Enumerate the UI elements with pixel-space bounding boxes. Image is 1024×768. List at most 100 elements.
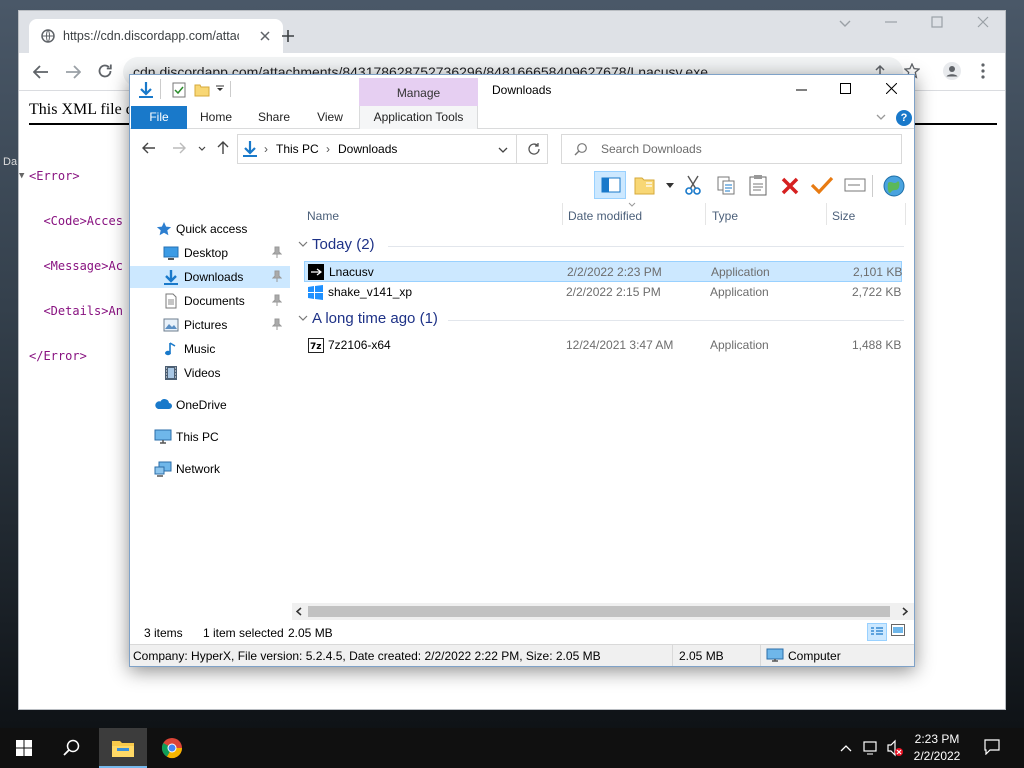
nav-documents[interactable]: Documents bbox=[130, 290, 290, 312]
nav-this-pc[interactable]: This PC bbox=[130, 426, 290, 448]
close-icon[interactable] bbox=[977, 16, 989, 28]
column-separator[interactable] bbox=[905, 203, 906, 225]
minimize-icon[interactable] bbox=[885, 21, 897, 23]
pin-icon bbox=[272, 294, 282, 306]
column-type[interactable]: Type bbox=[712, 209, 738, 223]
properties-icon[interactable] bbox=[172, 82, 186, 98]
address-bar[interactable]: › This PC › Downloads bbox=[237, 134, 548, 164]
maximize-icon[interactable] bbox=[840, 83, 851, 94]
cut-icon[interactable] bbox=[684, 175, 702, 195]
tab-close-icon[interactable] bbox=[259, 30, 271, 42]
volume-muted-icon[interactable] bbox=[886, 739, 904, 757]
tab-file[interactable]: File bbox=[131, 106, 187, 129]
clock-time[interactable]: 2:23 PM bbox=[906, 732, 968, 746]
download-arrow-icon[interactable] bbox=[138, 81, 154, 99]
profile-avatar[interactable] bbox=[943, 62, 961, 80]
separator bbox=[872, 175, 873, 197]
group-header-today[interactable]: Today (2) bbox=[298, 235, 906, 257]
breadcrumb-downloads[interactable]: Downloads bbox=[338, 142, 397, 156]
separator bbox=[160, 79, 161, 99]
expand-ribbon-icon[interactable] bbox=[876, 114, 886, 121]
nav-onedrive[interactable]: OneDrive bbox=[130, 394, 290, 416]
file-row[interactable]: Lnacusv 2/2/2022 2:23 PM Application 2,1… bbox=[304, 261, 902, 282]
refresh-icon[interactable] bbox=[527, 142, 541, 156]
maximize-icon[interactable] bbox=[931, 16, 943, 28]
column-name[interactable]: Name bbox=[307, 209, 339, 223]
back-icon[interactable] bbox=[33, 64, 49, 80]
new-item-dropdown-icon[interactable] bbox=[666, 183, 674, 188]
scrollbar-thumb[interactable] bbox=[308, 606, 890, 617]
browser-tab[interactable]: https://cdn.discordapp.com/attac bbox=[29, 19, 283, 53]
large-icons-view-icon[interactable] bbox=[891, 624, 905, 636]
star-icon bbox=[156, 221, 172, 237]
breadcrumb-this-pc[interactable]: This PC bbox=[276, 142, 319, 156]
windows-start-icon[interactable] bbox=[16, 740, 32, 756]
notification-icon[interactable] bbox=[984, 739, 1000, 755]
address-dropdown-icon[interactable] bbox=[498, 147, 508, 153]
column-date-modified[interactable]: Date modified bbox=[568, 209, 642, 223]
svg-text:7z: 7z bbox=[310, 342, 322, 352]
collapse-arrow-icon[interactable]: ▼ bbox=[19, 169, 24, 184]
file-row[interactable]: 7z 7z2106-x64 12/24/2021 3:47 AM Applica… bbox=[304, 335, 902, 356]
copy-icon[interactable] bbox=[716, 175, 736, 195]
nav-label: This PC bbox=[176, 430, 219, 444]
forward-icon[interactable] bbox=[172, 142, 186, 154]
reload-icon[interactable] bbox=[97, 63, 113, 79]
more-menu-icon[interactable] bbox=[981, 63, 985, 79]
horizontal-scrollbar[interactable] bbox=[292, 603, 914, 620]
search-input[interactable]: Search Downloads bbox=[561, 134, 902, 164]
search-placeholder: Search Downloads bbox=[601, 142, 702, 156]
taskbar-chrome[interactable] bbox=[149, 728, 197, 768]
chevron-up-icon[interactable] bbox=[840, 744, 852, 752]
scroll-right-icon[interactable] bbox=[902, 607, 908, 616]
preview-pane-button[interactable] bbox=[594, 171, 626, 199]
pin-icon bbox=[272, 318, 282, 330]
checkmark-icon[interactable] bbox=[810, 175, 834, 195]
column-size[interactable]: Size bbox=[832, 209, 855, 223]
tab-search-icon[interactable] bbox=[839, 20, 851, 28]
nav-music[interactable]: Music bbox=[130, 338, 290, 360]
folder-icon bbox=[111, 738, 135, 758]
nav-desktop[interactable]: Desktop bbox=[130, 242, 290, 264]
back-icon[interactable] bbox=[142, 142, 156, 154]
tab-view[interactable]: View bbox=[308, 106, 352, 129]
clock-date[interactable]: 2/2/2022 bbox=[906, 749, 968, 763]
computer-icon bbox=[154, 429, 172, 445]
tab-home[interactable]: Home bbox=[194, 106, 238, 129]
up-icon[interactable] bbox=[217, 141, 229, 155]
nav-downloads[interactable]: Downloads bbox=[130, 266, 290, 288]
new-tab-icon[interactable] bbox=[281, 29, 295, 43]
delete-icon[interactable] bbox=[780, 176, 800, 196]
column-separator[interactable] bbox=[826, 203, 827, 225]
file-type: Application bbox=[710, 285, 769, 299]
nav-quick-access[interactable]: Quick access bbox=[130, 218, 290, 240]
close-icon[interactable] bbox=[886, 83, 897, 94]
group-label: Today (2) bbox=[312, 236, 375, 253]
tab-share[interactable]: Share bbox=[252, 106, 296, 129]
search-icon[interactable] bbox=[63, 739, 81, 757]
file-size: 2,722 KB bbox=[852, 285, 902, 299]
paste-icon[interactable] bbox=[748, 174, 768, 196]
nav-pictures[interactable]: Pictures bbox=[130, 314, 290, 336]
file-row[interactable]: shake_v141_xp 2/2/2022 2:15 PM Applicati… bbox=[304, 282, 902, 303]
column-separator[interactable] bbox=[562, 203, 563, 225]
network-status-icon[interactable] bbox=[862, 740, 880, 756]
tab-application-tools[interactable]: Application Tools bbox=[359, 106, 478, 129]
breadcrumb-separator-icon: › bbox=[326, 142, 330, 156]
globe-icon[interactable] bbox=[882, 174, 906, 198]
new-folder-icon[interactable] bbox=[194, 83, 210, 97]
customize-dropdown-icon[interactable] bbox=[216, 85, 224, 93]
help-icon[interactable]: ? bbox=[896, 110, 912, 126]
forward-icon[interactable] bbox=[65, 64, 81, 80]
rename-icon[interactable] bbox=[844, 178, 866, 192]
scroll-left-icon[interactable] bbox=[296, 607, 302, 616]
minimize-icon[interactable] bbox=[796, 89, 807, 91]
nav-network[interactable]: Network bbox=[130, 458, 290, 480]
new-item-icon[interactable] bbox=[634, 175, 656, 195]
taskbar-file-explorer[interactable] bbox=[99, 728, 147, 768]
group-header-long-ago[interactable]: A long time ago (1) bbox=[298, 309, 906, 331]
recent-locations-icon[interactable] bbox=[198, 146, 206, 151]
column-separator[interactable] bbox=[705, 203, 706, 225]
details-view-icon[interactable] bbox=[867, 623, 887, 641]
nav-videos[interactable]: Videos bbox=[130, 362, 290, 384]
